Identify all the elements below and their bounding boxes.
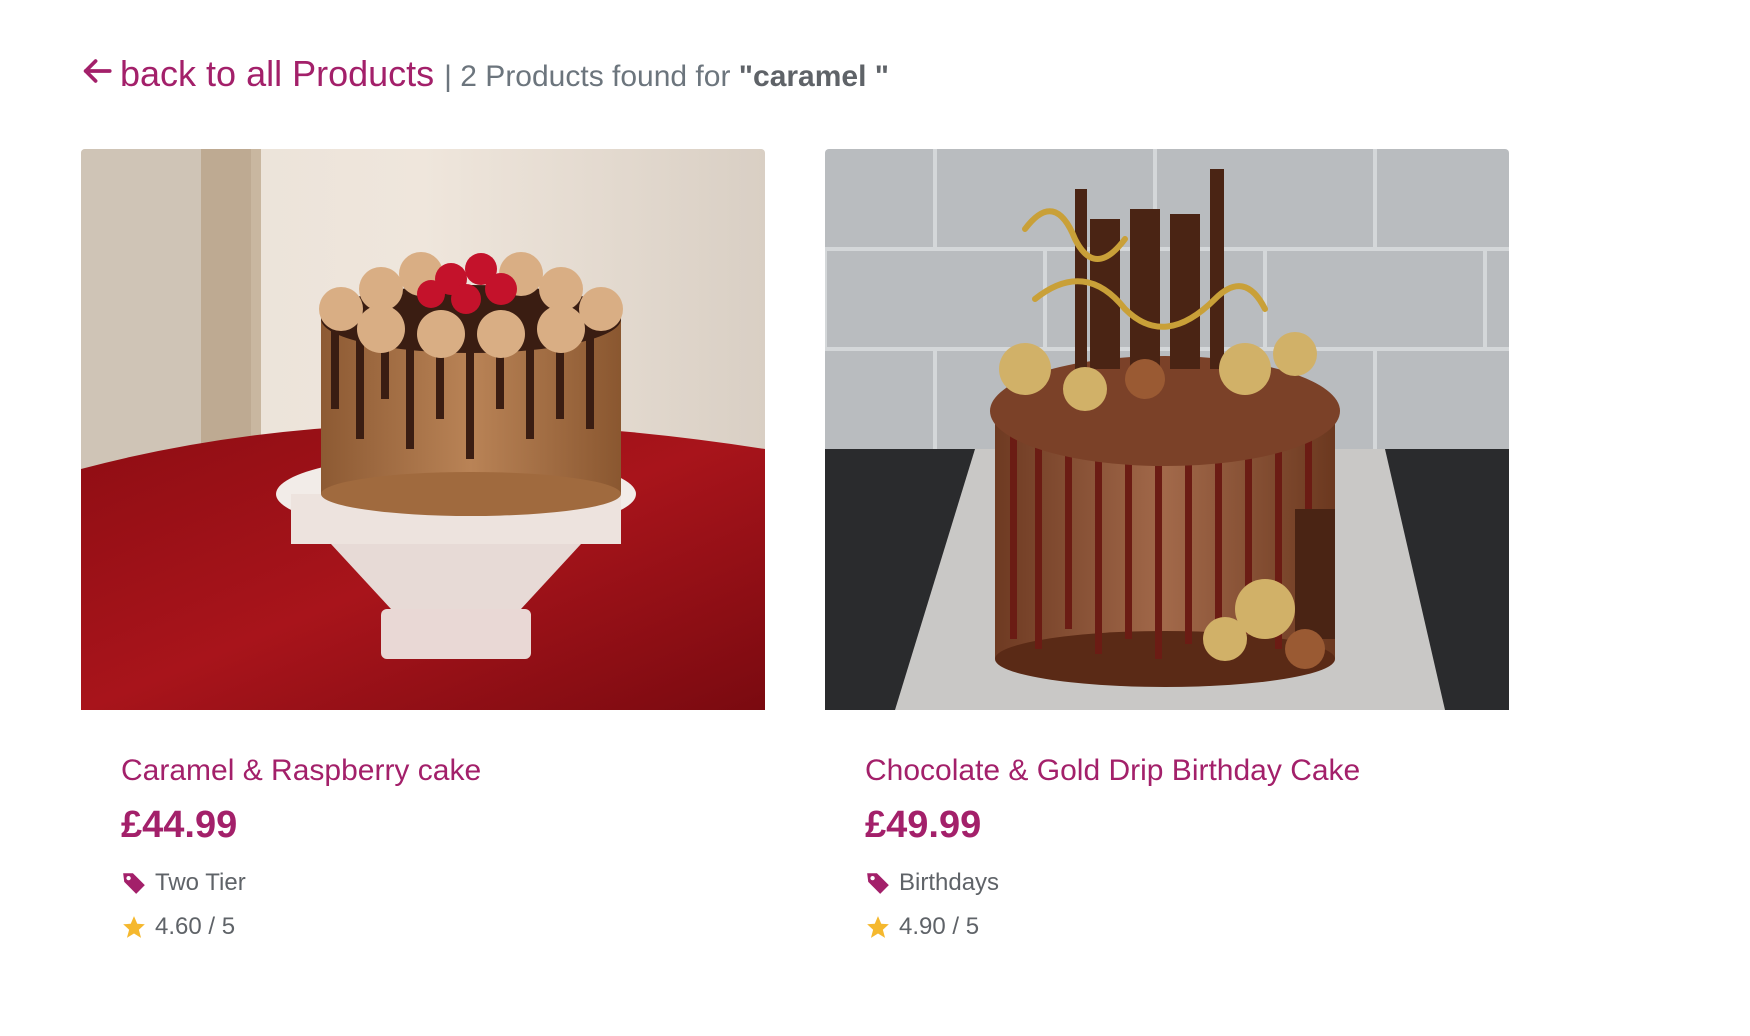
results-count-text: | 2 Products found for "caramel " — [444, 60, 889, 94]
product-category: Birthdays — [865, 869, 1509, 897]
product-card: Chocolate & Gold Drip Birthday Cake £49.… — [825, 149, 1509, 957]
category-label: Birthdays — [899, 869, 1000, 896]
search-results-page: back to all Products | 2 Products found … — [0, 0, 1750, 1036]
category-label: Two Tier — [155, 869, 246, 896]
product-image-chocolate-gold-drip[interactable] — [825, 149, 1509, 710]
tag-icon — [121, 870, 147, 896]
arrow-left-icon — [80, 52, 120, 95]
product-card-body: Caramel & Raspberry cake £44.99 Two Tier — [81, 710, 765, 941]
product-rating: 4.60 / 5 — [121, 913, 765, 941]
rating-value: 4.90 / 5 — [899, 913, 980, 940]
product-card-body: Chocolate & Gold Drip Birthday Cake £49.… — [825, 710, 1509, 941]
tag-icon — [865, 870, 891, 896]
product-category: Two Tier — [121, 869, 765, 897]
star-icon — [865, 914, 891, 940]
back-to-products-link[interactable]: back to all Products — [80, 52, 434, 95]
product-name[interactable]: Chocolate & Gold Drip Birthday Cake — [865, 754, 1509, 788]
product-card: Caramel & Raspberry cake £44.99 Two Tier — [81, 149, 765, 957]
star-icon — [121, 914, 147, 940]
results-header: back to all Products | 2 Products found … — [80, 52, 889, 95]
results-prefix: | 2 Products found for — [444, 60, 739, 93]
back-link-label: back to all Products — [120, 52, 435, 94]
product-price: £49.99 — [865, 804, 982, 846]
product-grid: Caramel & Raspberry cake £44.99 Two Tier — [81, 149, 1509, 957]
product-image-caramel-raspberry[interactable] — [81, 149, 765, 710]
product-price: £44.99 — [121, 804, 238, 846]
rating-value: 4.60 / 5 — [155, 913, 236, 940]
product-name[interactable]: Caramel & Raspberry cake — [121, 754, 765, 788]
search-query: "caramel " — [738, 60, 889, 93]
product-rating: 4.90 / 5 — [865, 913, 1509, 941]
